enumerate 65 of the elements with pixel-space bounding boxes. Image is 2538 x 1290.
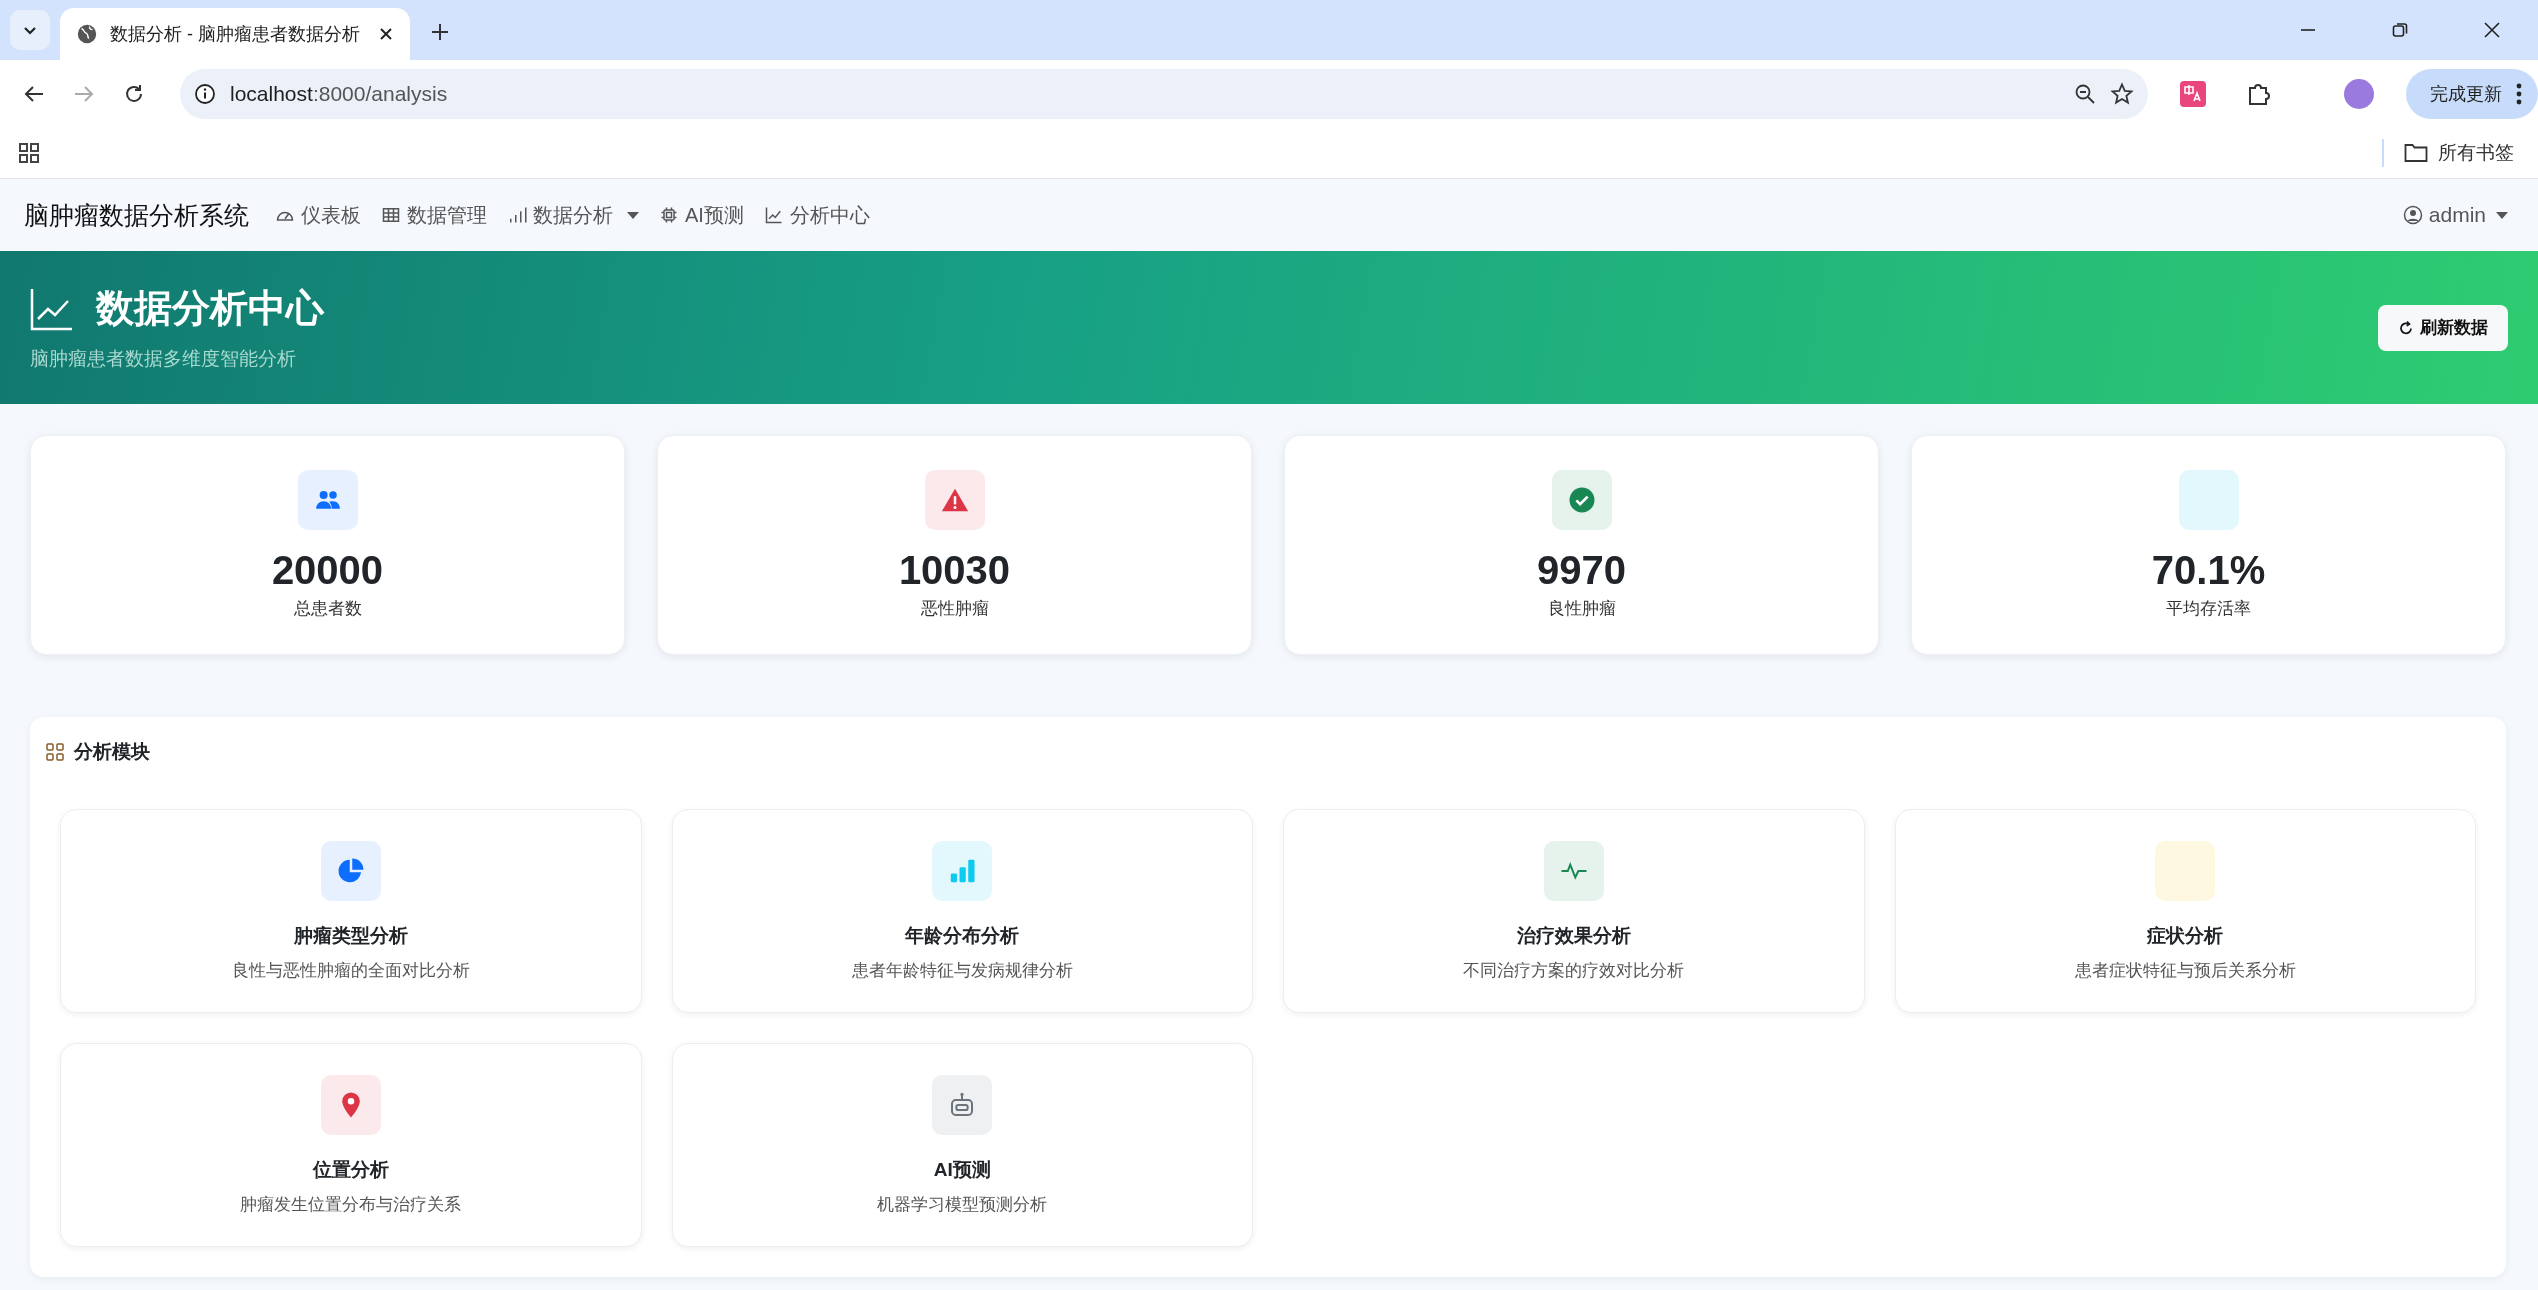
nav-link[interactable]: 数据分析 xyxy=(507,201,639,229)
tab-title: 数据分析 - 脑肿瘤患者数据分析 xyxy=(110,23,361,46)
module-description: 患者症状特征与预后关系分析 xyxy=(2074,959,2296,982)
more-icon xyxy=(2516,83,2522,105)
puzzle-icon[interactable] xyxy=(2246,81,2272,107)
close-icon[interactable] xyxy=(378,26,394,42)
module-title: 年龄分布分析 xyxy=(905,923,1020,948)
nav-link[interactable]: 仪表板 xyxy=(275,201,361,229)
stat-label: 良性肿瘤 xyxy=(1547,598,1616,620)
stat-label: 恶性肿瘤 xyxy=(920,598,989,620)
module-description: 患者年龄特征与发病规律分析 xyxy=(851,959,1073,982)
browser-tab[interactable]: 数据分析 - 脑肿瘤患者数据分析 xyxy=(60,8,410,60)
avatar-icon[interactable] xyxy=(2344,79,2374,109)
apps-grid-icon[interactable] xyxy=(18,142,40,164)
zoom-out-icon[interactable] xyxy=(2074,83,2096,105)
stat-label: 总患者数 xyxy=(293,598,362,620)
user-menu[interactable]: admin xyxy=(2396,202,2514,228)
star-icon[interactable] xyxy=(2110,82,2134,106)
page-subtitle: 脑肿瘤患者数据多维度智能分析 xyxy=(30,347,297,371)
module-card[interactable]: 治疗效果分析 不同治疗方案的疗效对比分析 xyxy=(1283,809,1865,1013)
nav-link[interactable]: AI预测 xyxy=(659,201,744,229)
folder-icon xyxy=(2404,143,2428,163)
close-icon[interactable] xyxy=(2484,22,2500,38)
module-card[interactable]: 症状分析 患者症状特征与预后关系分析 xyxy=(1894,809,2476,1013)
chip-icon xyxy=(659,205,679,225)
stat-value: 20000 xyxy=(271,548,384,593)
stat-value: 70.1% xyxy=(2151,548,2266,593)
module-card[interactable]: 年龄分布分析 患者年龄特征与发病规律分析 xyxy=(671,809,1253,1013)
user-circle-icon xyxy=(2402,205,2423,225)
module-title: AI预测 xyxy=(933,1157,991,1182)
caret-icon xyxy=(2496,211,2508,219)
stat-value: 9970 xyxy=(1537,548,1626,593)
panel-title: 分析模块 xyxy=(74,740,150,764)
bookmarks-folder[interactable]: 所有书签 xyxy=(2382,139,2520,167)
module-title: 肿瘤类型分析 xyxy=(293,923,408,948)
bar-chart-icon xyxy=(507,205,527,225)
nav-link[interactable]: 数据管理 xyxy=(381,201,487,229)
module-title: 位置分析 xyxy=(312,1157,389,1182)
line-chart-icon xyxy=(30,286,74,331)
module-title: 症状分析 xyxy=(2147,923,2224,948)
address-field[interactable]: localhost:8000/analysis xyxy=(180,69,2148,119)
refresh-button[interactable]: 刷新数据 xyxy=(2378,304,2508,351)
update-button[interactable]: 完成更新 xyxy=(2406,69,2538,119)
table-icon xyxy=(381,205,401,225)
module-card[interactable]: AI预测 机器学习模型预测分析 xyxy=(671,1043,1253,1247)
module-card[interactable]: 位置分析 肿瘤发生位置分布与治疗关系 xyxy=(60,1043,642,1247)
module-title: 治疗效果分析 xyxy=(1516,923,1631,948)
nav-link[interactable]: 分析中心 xyxy=(763,201,870,229)
brand-title[interactable]: 脑肿瘤数据分析系统 xyxy=(24,198,249,232)
info-icon xyxy=(194,83,216,105)
trend-chart-icon xyxy=(763,205,784,225)
stat-label: 平均存活率 xyxy=(2166,598,2251,620)
module-card[interactable]: 肿瘤类型分析 良性与恶性肿瘤的全面对比分析 xyxy=(60,809,642,1013)
module-description: 不同治疗方案的疗效对比分析 xyxy=(1463,959,1685,982)
module-description: 良性与恶性肿瘤的全面对比分析 xyxy=(231,959,470,982)
restore-icon[interactable] xyxy=(2392,22,2408,38)
module-description: 肿瘤发生位置分布与治疗关系 xyxy=(240,1193,462,1216)
translate-icon[interactable] xyxy=(2180,81,2206,107)
grid-icon xyxy=(46,743,64,761)
page-title: 数据分析中心 xyxy=(96,286,324,331)
refresh-icon xyxy=(2398,319,2414,336)
reload-icon xyxy=(123,83,145,105)
stat-value: 10030 xyxy=(898,548,1011,593)
module-description: 机器学习模型预测分析 xyxy=(877,1193,1048,1216)
plus-icon xyxy=(431,23,449,41)
